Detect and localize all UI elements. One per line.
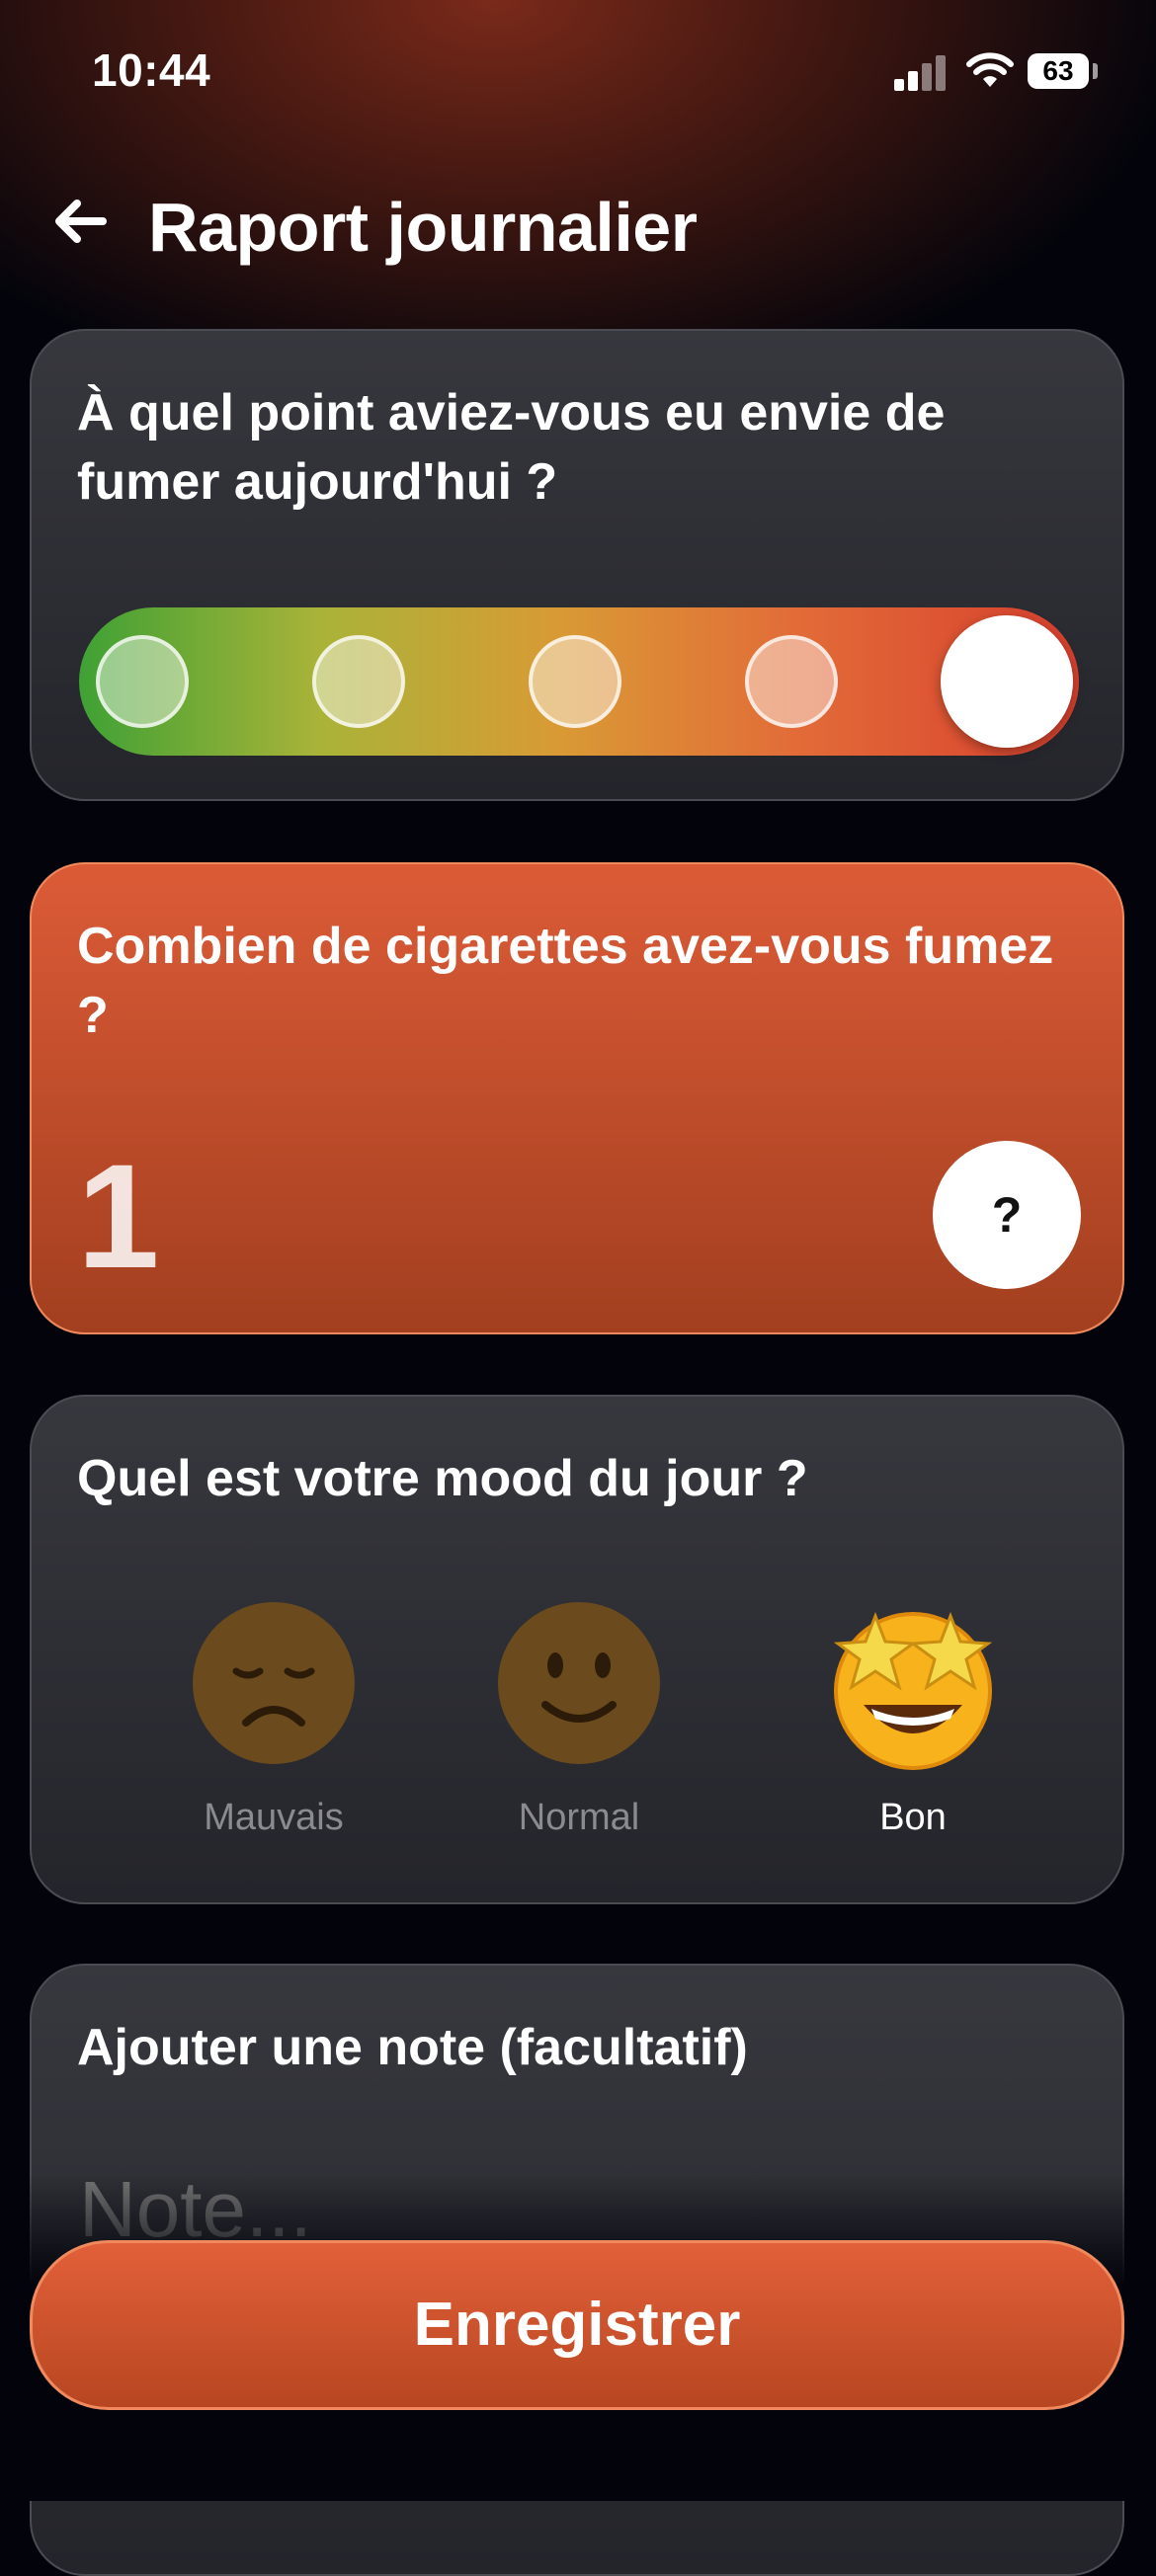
- cellular-signal-icon: [894, 55, 948, 91]
- save-button[interactable]: Enregistrer: [30, 2240, 1124, 2410]
- battery-tip: [1093, 63, 1098, 79]
- cigarettes-count[interactable]: 1: [77, 1131, 159, 1302]
- cigarettes-question: Combien de cigarettes avez-vous fumez ?: [77, 918, 1054, 1044]
- craving-scale-slider[interactable]: [79, 607, 1079, 756]
- note-title: Ajouter une note (facultatif): [77, 2019, 748, 2076]
- craving-level-4[interactable]: [745, 635, 838, 728]
- battery-icon: 63: [1028, 53, 1089, 89]
- craving-level-3[interactable]: [529, 635, 621, 728]
- mood-label-bon: Bon: [879, 1797, 947, 1838]
- status-time: 10:44: [92, 44, 211, 96]
- craving-level-1[interactable]: [96, 635, 189, 728]
- mood-label-normal: Normal: [518, 1797, 640, 1838]
- craving-level-2[interactable]: [312, 635, 405, 728]
- slightly-smiling-face-icon: [498, 1602, 660, 1764]
- cigarettes-card: Combien de cigarettes avez-vous fumez ? …: [30, 862, 1124, 1334]
- mood-option-bon[interactable]: Bon: [804, 1594, 1022, 1839]
- mood-question: Quel est votre mood du jour ?: [77, 1450, 808, 1507]
- page-title: Raport journalier: [148, 189, 698, 266]
- disappointed-face-icon: [193, 1602, 355, 1764]
- status-bar: 10:44 63: [0, 0, 1156, 148]
- help-button[interactable]: ?: [933, 1141, 1081, 1289]
- mood-option-normal[interactable]: Normal: [470, 1594, 688, 1839]
- page-header: Raport journalier: [0, 168, 1156, 286]
- mood-label-mauvais: Mauvais: [204, 1797, 344, 1838]
- craving-level-5-selected[interactable]: [941, 615, 1073, 748]
- star-struck-face-icon: [833, 1611, 993, 1770]
- wifi-icon: [966, 52, 1014, 87]
- mood-option-mauvais[interactable]: Mauvais: [165, 1594, 382, 1839]
- craving-question: À quel point aviez-vous eu envie de fume…: [77, 384, 946, 511]
- craving-card: À quel point aviez-vous eu envie de fume…: [30, 329, 1124, 801]
- arrow-left-icon[interactable]: [47, 190, 111, 253]
- mood-card: Quel est votre mood du jour ? Mauvais No…: [30, 1395, 1124, 1904]
